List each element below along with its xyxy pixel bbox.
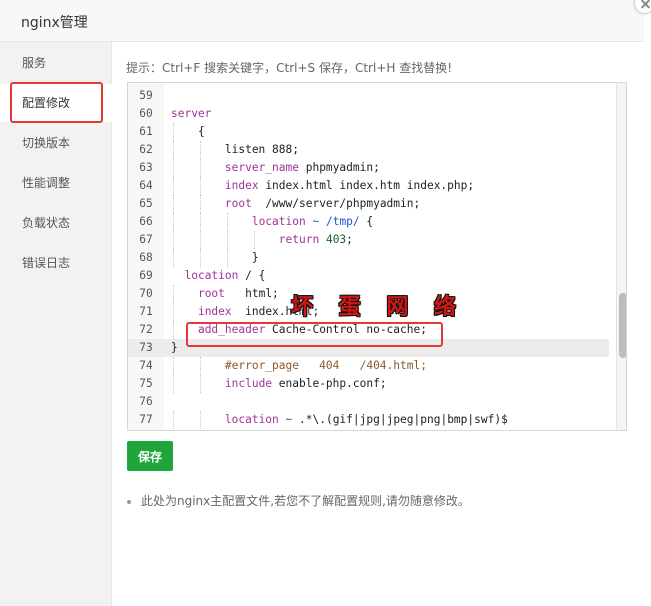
line-number: 73 bbox=[139, 341, 153, 354]
line-number: 64 bbox=[139, 179, 153, 192]
nginx-manager-dialog: nginx管理 服务 配置修改 切换版本 性能调整 负载状态 错误日志 提示：C… bbox=[0, 0, 644, 606]
code-line[interactable]: 76 bbox=[128, 393, 609, 411]
line-number: 70 bbox=[139, 287, 153, 300]
dialog-titlebar: nginx管理 bbox=[0, 0, 644, 42]
code-line[interactable]: 73} bbox=[128, 339, 609, 357]
sidebar-item-load-status[interactable]: 负载状态 bbox=[0, 204, 112, 242]
code-text: include enable-php.conf; bbox=[224, 377, 387, 390]
line-number: 77 bbox=[139, 413, 153, 426]
bullet-icon bbox=[127, 499, 131, 504]
sidebar-item-config-edit[interactable]: 配置修改 bbox=[0, 84, 112, 122]
code-line[interactable]: 66 location ~ /tmp/ { bbox=[128, 213, 609, 231]
save-button[interactable]: 保存 bbox=[127, 441, 173, 471]
code-line[interactable]: 59 bbox=[128, 87, 609, 105]
code-text: } bbox=[171, 251, 259, 264]
code-line[interactable]: 68 } bbox=[128, 249, 609, 267]
shortcut-tip: 提示：Ctrl+F 搜索关键字，Ctrl+S 保存，Ctrl+H 查找替换! bbox=[126, 61, 453, 75]
sidebar-item-error-log[interactable]: 错误日志 bbox=[0, 244, 112, 282]
sidebar-item-switch-version[interactable]: 切换版本 bbox=[0, 124, 112, 162]
code-text: } bbox=[171, 341, 178, 354]
line-number: 63 bbox=[139, 161, 153, 174]
code-text: root html; bbox=[197, 287, 279, 300]
code-line[interactable]: 67 return 403; bbox=[128, 231, 609, 249]
line-number: 61 bbox=[139, 125, 153, 138]
line-number: 60 bbox=[139, 107, 153, 120]
code-line[interactable]: 71 index index.html; bbox=[128, 303, 609, 321]
code-line[interactable]: 60 server bbox=[128, 105, 609, 123]
sidebar-item-performance[interactable]: 性能调整 bbox=[0, 164, 112, 202]
line-number: 71 bbox=[139, 305, 153, 318]
code-line[interactable]: 61 { bbox=[128, 123, 609, 141]
code-line[interactable]: 75 include enable-php.conf; bbox=[128, 375, 609, 393]
code-line[interactable]: 77 location ~ .*\.(gif|jpg|jpeg|png|bmp|… bbox=[128, 411, 609, 429]
code-text: index index.html; bbox=[197, 305, 320, 318]
code-text: { bbox=[171, 125, 205, 138]
code-line[interactable]: 65 root /www/server/phpmyadmin; bbox=[128, 195, 609, 213]
line-number: 76 bbox=[139, 395, 153, 408]
code-text: return 403; bbox=[278, 233, 353, 246]
code-text: location ~ .*\.(gif|jpg|jpeg|png|bmp|swf… bbox=[224, 413, 508, 426]
code-text: location / { bbox=[184, 269, 266, 282]
editor-scrollbar[interactable] bbox=[616, 83, 626, 430]
config-note-text: 此处为nginx主配置文件,若您不了解配置规则,请勿随意修改。 bbox=[141, 494, 470, 508]
code-text: location ~ /tmp/ { bbox=[251, 215, 374, 228]
code-text: listen 888; bbox=[171, 143, 299, 156]
code-text: root /www/server/phpmyadmin; bbox=[224, 197, 421, 210]
code-line[interactable]: 64 index index.html index.htm index.php; bbox=[128, 177, 609, 195]
line-number: 72 bbox=[139, 323, 153, 336]
line-number: 75 bbox=[139, 377, 153, 390]
editor-scroll-thumb[interactable] bbox=[619, 293, 626, 358]
code-line[interactable]: 70 root html; bbox=[128, 285, 609, 303]
config-code-editor[interactable]: 59 60 server 61 {62 listen 888; 63 server_na… bbox=[127, 82, 627, 431]
code-line[interactable]: 72 add_header Cache-Control no-cache; bbox=[128, 321, 609, 339]
line-number: 68 bbox=[139, 251, 153, 264]
code-line[interactable]: 74 #error_page 404 /404.html; bbox=[128, 357, 609, 375]
sidebar-item-service[interactable]: 服务 bbox=[0, 44, 112, 82]
code-line[interactable]: 62 listen 888; bbox=[128, 141, 609, 159]
code-line[interactable]: 69 location / { bbox=[128, 267, 609, 285]
code-text: add_header Cache-Control no-cache; bbox=[197, 323, 427, 336]
line-number: 62 bbox=[139, 143, 153, 156]
line-number: 65 bbox=[139, 197, 153, 210]
code-text: server bbox=[171, 107, 212, 120]
content-panel: 提示：Ctrl+F 搜索关键字，Ctrl+S 保存，Ctrl+H 查找替换! 5… bbox=[113, 42, 644, 606]
code-text: #error_page 404 /404.html; bbox=[224, 359, 427, 372]
line-number: 66 bbox=[139, 215, 153, 228]
line-number: 69 bbox=[139, 269, 153, 282]
code-text: index index.html index.htm index.php; bbox=[224, 179, 475, 192]
code-text: server_name phpmyadmin; bbox=[224, 161, 380, 174]
code-line[interactable]: 63 server_name phpmyadmin; bbox=[128, 159, 609, 177]
line-number: 59 bbox=[139, 89, 153, 102]
dialog-title: nginx管理 bbox=[21, 15, 88, 31]
line-number: 67 bbox=[139, 233, 153, 246]
sidebar: 服务 配置修改 切换版本 性能调整 负载状态 错误日志 bbox=[0, 42, 112, 606]
config-note: 此处为nginx主配置文件,若您不了解配置规则,请勿随意修改。 bbox=[127, 492, 470, 509]
line-number: 74 bbox=[139, 359, 153, 372]
